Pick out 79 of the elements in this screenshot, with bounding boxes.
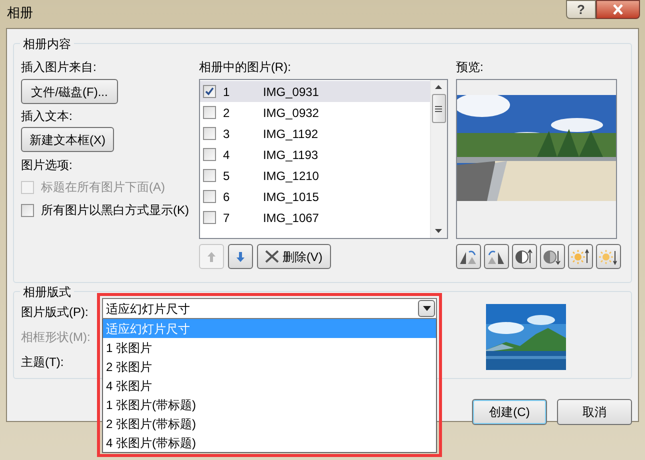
checkbox[interactable]	[202, 106, 216, 119]
contrast-down-icon	[543, 248, 562, 264]
dropdown-option[interactable]: 2 张图片(带标题)	[103, 414, 436, 433]
file-button[interactable]: 文件/磁盘(F)...	[21, 79, 118, 104]
row-number: 6	[222, 188, 231, 206]
caret-icon	[422, 306, 430, 311]
section-label: 图片选项:	[21, 157, 74, 173]
brightness-up-icon	[571, 248, 590, 264]
option-label: 所有图片以黑白方式显示(K)	[41, 202, 189, 219]
dropdown-button[interactable]	[418, 300, 435, 317]
dropdown-option[interactable]: 4 张图片(带标题)	[103, 433, 436, 452]
dropdown-field[interactable]: 适应幻灯片尺寸	[102, 298, 437, 319]
dropdown-option[interactable]: 2 张图片	[103, 357, 436, 376]
checkbox[interactable]	[21, 204, 34, 216]
row-number: 7	[222, 210, 231, 226]
list-row[interactable]: 2 IMG_0932	[200, 102, 430, 123]
arrow-up-icon	[206, 250, 216, 262]
dropdown-value: 适应幻灯片尺寸	[106, 300, 191, 318]
field-label: 图片版式(P):	[21, 304, 90, 320]
list-row[interactable]: 5 IMG_1210	[200, 165, 430, 186]
list-label: 相册中的图片(R):	[198, 59, 292, 75]
text-box-button[interactable]: 新建文本框(X)	[21, 127, 114, 152]
list-row[interactable]: 6 IMG_1015	[200, 186, 430, 207]
section-label: 插入文本:	[21, 108, 74, 124]
contrast-up-icon	[515, 248, 534, 264]
image-tool-button[interactable]	[512, 244, 537, 269]
row-number: 3	[222, 126, 231, 142]
checkbox[interactable]	[202, 85, 216, 98]
close-button[interactable]	[596, 0, 640, 19]
dialog-button[interactable]: 创建(C)	[472, 399, 547, 425]
checkbox[interactable]	[202, 211, 216, 224]
group-title: 相册版式	[20, 283, 74, 301]
row-number: 5	[222, 168, 231, 184]
rotate-left-icon	[459, 248, 478, 264]
dropdown-option[interactable]: 1 张图片	[103, 338, 436, 357]
file-name: IMG_0932	[262, 104, 319, 122]
file-name: IMG_1067	[262, 210, 319, 226]
file-name: IMG_1210	[262, 168, 319, 184]
arrow-down-icon	[236, 250, 245, 262]
field-label: 主题(T):	[21, 354, 65, 370]
dialog-button[interactable]: 取消	[557, 399, 632, 425]
preview-label: 预览:	[456, 59, 484, 75]
grip-icon	[435, 106, 442, 112]
list-row[interactable]: 4 IMG_1193	[200, 144, 430, 165]
row-number: 2	[222, 104, 231, 122]
close-icon	[612, 4, 624, 15]
field-label: 相框形状(M):	[21, 329, 92, 345]
row-number: 4	[222, 146, 231, 164]
list-row[interactable]: 1 IMG_0931	[200, 81, 430, 102]
image-tool-button[interactable]	[568, 244, 593, 269]
group-title: 相册内容	[20, 35, 74, 53]
file-name: IMG_1192	[262, 126, 318, 142]
dropdown-option[interactable]: 4 张图片	[103, 376, 436, 395]
list-row[interactable]: 3 IMG_1192	[200, 123, 430, 144]
option-label: 标题在所有图片下面(A)	[41, 179, 165, 196]
close-icon	[265, 250, 280, 263]
window-title: 相册	[7, 4, 33, 22]
image-tool-button[interactable]	[540, 244, 565, 269]
row-number: 1	[222, 84, 231, 100]
scrollbar-thumb[interactable]	[432, 94, 446, 123]
file-name: IMG_0931	[262, 84, 319, 100]
image-tool-button[interactable]	[596, 244, 621, 269]
list-row[interactable]: 7 IMG_1067	[200, 207, 430, 228]
image-tool-button[interactable]	[456, 244, 481, 269]
dropdown-option[interactable]: 1 张图片(带标题)	[103, 395, 436, 414]
checkbox[interactable]	[202, 169, 216, 182]
section-label: 插入图片来自:	[21, 59, 98, 75]
checkbox[interactable]	[202, 148, 216, 161]
delete-button[interactable]: 删除(V)	[256, 244, 331, 269]
scrollbar[interactable]	[430, 80, 447, 238]
checkbox[interactable]	[202, 127, 216, 140]
file-name: IMG_1193	[262, 146, 318, 164]
rotate-right-icon	[487, 248, 506, 264]
help-button[interactable]: ?	[566, 0, 596, 19]
file-name: IMG_1015	[262, 188, 319, 206]
move-down-button[interactable]	[228, 244, 253, 269]
brightness-down-icon	[599, 248, 618, 264]
checkbox[interactable]	[202, 190, 216, 203]
image-tool-button[interactable]	[484, 244, 509, 269]
